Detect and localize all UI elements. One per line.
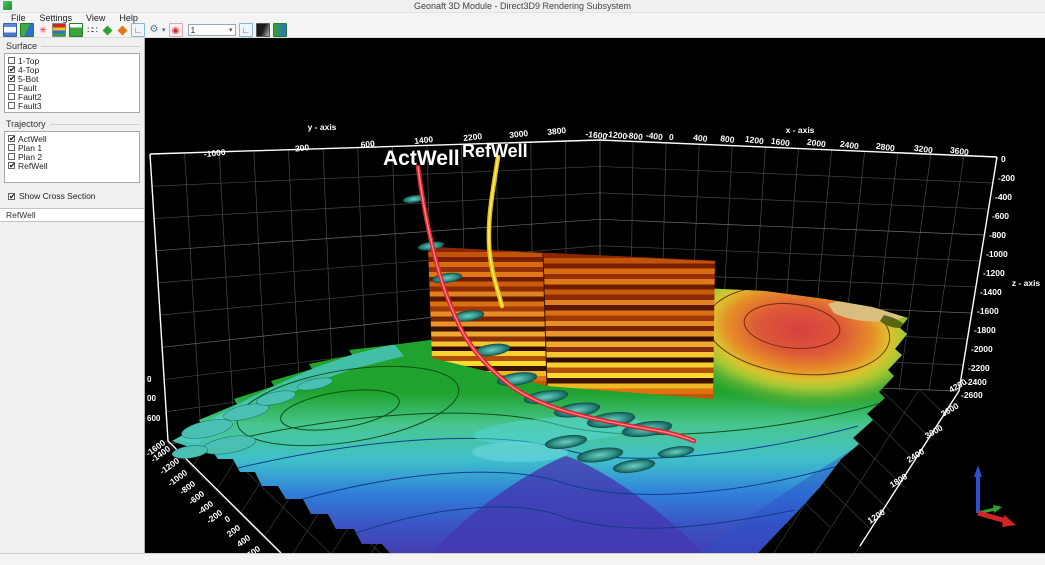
scale-value: 1 — [191, 25, 196, 35]
svg-text:-1800: -1800 — [974, 325, 996, 335]
surface-checkbox[interactable] — [8, 102, 15, 109]
refwell-label: RefWell — [462, 141, 528, 161]
trajectory-checkbox[interactable] — [8, 144, 15, 151]
well-marker-icon[interactable] — [37, 24, 49, 36]
trajectory-section-header: Trajectory — [6, 119, 140, 129]
surface-view-icon[interactable] — [273, 23, 287, 37]
svg-text:00: 00 — [147, 394, 156, 403]
menu-help[interactable]: Help — [112, 13, 145, 23]
trajectory-label: RefWell — [18, 161, 48, 171]
3d-scene[interactable]: ActWell RefWell y - axis x - axis z - ax… — [145, 38, 1045, 553]
svg-text:-2000: -2000 — [971, 344, 993, 354]
contrast-icon[interactable] — [256, 23, 270, 37]
layers-icon[interactable] — [52, 23, 66, 37]
actwell-label: ActWell — [383, 147, 460, 170]
svg-text:0: 0 — [1001, 154, 1006, 164]
status-bar — [0, 553, 1045, 565]
svg-text:-800: -800 — [989, 230, 1006, 240]
settings-gear-icon[interactable] — [148, 24, 160, 36]
svg-text:1400: 1400 — [414, 134, 434, 146]
trajectory-checkbox[interactable]: ✔ — [8, 135, 15, 142]
image-export-icon[interactable] — [20, 23, 34, 37]
window-title: Geonaft 3D Module - Direct3D9 Rendering … — [0, 1, 1045, 11]
svg-text:-800: -800 — [625, 130, 643, 142]
selected-trajectory-label: RefWell — [6, 210, 36, 220]
menu-settings[interactable]: Settings — [33, 13, 80, 23]
angle-tool-icon[interactable] — [131, 23, 145, 37]
trajectory-item-refwell[interactable]: ✔RefWell — [5, 161, 139, 170]
show-cross-section-checkbox[interactable]: ✔ — [8, 193, 15, 200]
svg-text:-400: -400 — [995, 192, 1012, 202]
z-axis-title: z - axis — [1012, 278, 1041, 288]
toolbar: ▾1▾ — [0, 23, 1045, 38]
surface-checkbox[interactable]: ✔ — [8, 66, 15, 73]
app-window: Geonaft 3D Module - Direct3D9 Rendering … — [0, 0, 1045, 565]
svg-text:-2400: -2400 — [965, 377, 987, 387]
surface-section-title: Surface — [6, 41, 37, 51]
svg-text:-1200: -1200 — [983, 268, 1005, 278]
sidebar: Surface 1-Top✔4-Top✔5-BotFaultFault2Faul… — [0, 38, 145, 553]
main-area: Surface 1-Top✔4-Top✔5-BotFaultFault2Faul… — [0, 38, 1045, 553]
svg-text:-400: -400 — [645, 130, 663, 142]
svg-text:-2600: -2600 — [961, 390, 983, 400]
svg-text:-1600: -1600 — [977, 306, 999, 316]
chevron-down-icon[interactable]: ▾ — [229, 26, 233, 34]
svg-text:-200: -200 — [998, 173, 1015, 183]
surface-checkbox[interactable] — [8, 93, 15, 100]
trajectory-list[interactable]: ✔ActWellPlan 1Plan 2✔RefWell — [4, 131, 140, 183]
svg-text:600: 600 — [360, 138, 375, 149]
svg-text:-1000: -1000 — [986, 249, 1008, 259]
scale-combobox[interactable]: 1▾ — [188, 24, 236, 36]
fit-view-icon[interactable] — [86, 24, 98, 36]
trajectory-checkbox[interactable]: ✔ — [8, 162, 15, 169]
surface-list[interactable]: 1-Top✔4-Top✔5-BotFaultFault2Fault3 — [4, 53, 140, 113]
angle-tool-icon-2[interactable] — [239, 23, 253, 37]
surface-label: Fault3 — [18, 101, 42, 111]
x-axis-title: x - axis — [786, 125, 815, 135]
trajectory-checkbox[interactable] — [8, 153, 15, 160]
menu-file[interactable]: File — [4, 13, 33, 23]
selected-trajectory-bar[interactable]: RefWell — [0, 208, 144, 222]
svg-text:2200: 2200 — [463, 131, 483, 143]
svg-text:600: 600 — [147, 414, 161, 423]
show-cross-section-row[interactable]: ✔ Show Cross Section — [8, 191, 144, 201]
save-icon[interactable] — [3, 23, 17, 37]
surface-section-header: Surface — [6, 41, 140, 51]
svg-text:800: 800 — [720, 133, 736, 145]
svg-text:0: 0 — [147, 375, 152, 384]
target-icon[interactable] — [169, 23, 183, 37]
chart-icon[interactable] — [69, 23, 83, 37]
green-gem-icon[interactable] — [101, 24, 113, 36]
surface-checkbox[interactable] — [8, 57, 15, 64]
title-bar: Geonaft 3D Module - Direct3D9 Rendering … — [0, 0, 1045, 13]
svg-text:400: 400 — [693, 132, 709, 144]
trajectory-section-title: Trajectory — [6, 119, 46, 129]
svg-text:-2200: -2200 — [968, 363, 990, 373]
surface-checkbox[interactable]: ✔ — [8, 75, 15, 82]
svg-text:-1400: -1400 — [980, 287, 1002, 297]
menu-view[interactable]: View — [79, 13, 112, 23]
surface-checkbox[interactable] — [8, 84, 15, 91]
y-axis-title: y - axis — [308, 122, 337, 132]
show-cross-section-label: Show Cross Section — [19, 191, 96, 201]
svg-text:3800: 3800 — [547, 125, 567, 137]
viewport: ActWell RefWell y - axis x - axis z - ax… — [145, 38, 1045, 553]
orange-gem-icon[interactable] — [116, 24, 128, 36]
svg-text:-200: -200 — [292, 142, 310, 154]
menu-bar: FileSettingsViewHelp — [0, 13, 1045, 23]
svg-text:-600: -600 — [992, 211, 1009, 221]
surface-item-fault3[interactable]: Fault3 — [5, 101, 139, 110]
gear-dropdown-caret[interactable]: ▾ — [162, 26, 166, 34]
app-icon — [3, 1, 12, 10]
svg-text:3000: 3000 — [509, 128, 529, 140]
